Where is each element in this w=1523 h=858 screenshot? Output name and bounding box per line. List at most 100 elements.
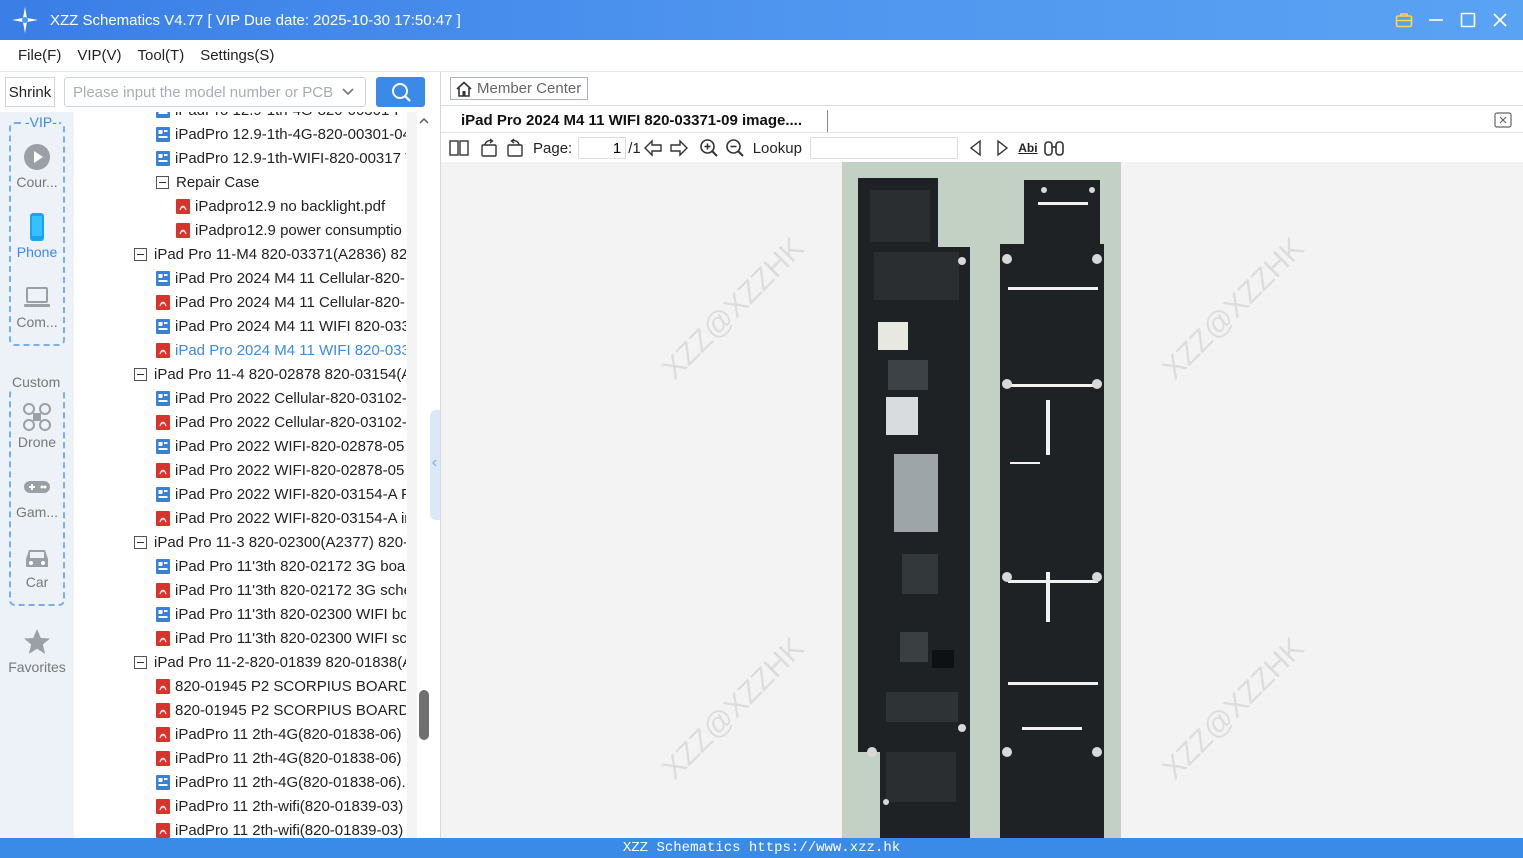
scroll-up-arrow-icon[interactable] bbox=[418, 116, 430, 126]
page-number-input[interactable] bbox=[578, 137, 627, 159]
tree-item[interactable]: iPadPro 12.9-1th-4G-820-00301-04 bbox=[156, 122, 406, 146]
category-games[interactable]: Gam... bbox=[0, 472, 74, 520]
zoom-out-icon[interactable] bbox=[723, 136, 747, 160]
tree-folder[interactable]: iPad Pro 11-2-820-01839 820-01838(A bbox=[134, 650, 406, 674]
tree-item-label: iPad Pro 11'3th 820-02172 3G boar bbox=[175, 557, 406, 575]
tree-item[interactable]: iPadPro 12.9-1th-4G-820-00301-I bbox=[156, 112, 398, 122]
menu-file[interactable]: File(F) bbox=[10, 47, 69, 64]
tree-item-label: iPad Pro 2022 WIFI-820-02878-05 I bbox=[175, 437, 406, 455]
tree-item[interactable]: iPad Pro 11'3th 820-02172 3G boar bbox=[156, 554, 406, 578]
shrink-button[interactable]: Shrink bbox=[5, 77, 55, 107]
tab-document[interactable]: iPad Pro 2024 M4 11 WIFI 820-03371-09 im… bbox=[461, 112, 802, 129]
lookup-label: Lookup bbox=[752, 139, 802, 157]
custom-legend: Custom bbox=[10, 374, 63, 390]
tree-item[interactable]: 820-01945 P2 SCORPIUS BOARD 1( bbox=[156, 674, 406, 698]
minimize-button[interactable] bbox=[1425, 9, 1447, 31]
tree-item-label: iPad Pro 11-M4 820-03371(A2836) 82 bbox=[154, 245, 406, 263]
find-previous-icon[interactable] bbox=[964, 136, 988, 160]
tree-item[interactable]: iPadPro 11 2th-4G(820-01838-06).p bbox=[156, 770, 406, 794]
tree-item[interactable]: iPad Pro 2022 Cellular-820-03102- bbox=[156, 410, 406, 434]
tree-item-label: iPad Pro 11'3th 820-02300 WIFI sch bbox=[175, 629, 406, 647]
tree-item[interactable]: iPadPro 11 2th-4G(820-01838-06) I bbox=[156, 722, 406, 746]
category-car[interactable]: Car bbox=[0, 542, 74, 590]
tree-item[interactable]: 820-01945 P2 SCORPIUS BOARD 1( bbox=[156, 698, 406, 722]
collapse-toggle-icon[interactable] bbox=[134, 367, 147, 381]
tree-item[interactable]: iPad Pro 2022 WIFI-820-02878-05 I bbox=[156, 434, 406, 458]
collapse-toggle-icon[interactable] bbox=[134, 247, 147, 261]
tree-item-label: iPadPro 11 2th-wifi(820-01839-03) I bbox=[175, 797, 406, 815]
board-file-icon bbox=[156, 126, 170, 142]
tree-item-label: Repair Case bbox=[176, 173, 260, 191]
watermark: XZZ@XZZHK bbox=[656, 231, 811, 386]
search-input[interactable] bbox=[64, 77, 366, 107]
tree-item[interactable]: iPad Pro 11'3th 820-02300 WIFI bo bbox=[156, 602, 406, 626]
document-viewer[interactable]: XZZ@XZZHK XZZ@XZZHK XZZ@XZZHK XZZ@XZZHK bbox=[441, 162, 1523, 838]
panel-splitter-handle[interactable] bbox=[430, 410, 440, 520]
maximize-button[interactable] bbox=[1457, 9, 1479, 31]
close-tab-icon[interactable] bbox=[1494, 112, 1512, 128]
category-courses[interactable]: Cour... bbox=[0, 142, 74, 190]
tree-item[interactable]: iPad Pro 2022 Cellular-820-03102- bbox=[156, 386, 406, 410]
tree-folder[interactable]: iPad Pro 11-M4 820-03371(A2836) 82 bbox=[134, 242, 406, 266]
pdf-file-icon bbox=[156, 294, 170, 310]
pdf-file-icon bbox=[156, 414, 170, 430]
tree-item[interactable]: iPad Pro 2024 M4 11 WIFI 820-033 bbox=[156, 314, 406, 338]
tree-folder[interactable]: iPad Pro 11-4 820-02878 820-03154(A bbox=[134, 362, 406, 386]
tree-scroll-thumb[interactable] bbox=[419, 690, 429, 740]
menu-tool[interactable]: Tool(T) bbox=[130, 47, 193, 64]
pdf-file-icon bbox=[156, 726, 170, 742]
search-button[interactable] bbox=[376, 77, 425, 107]
pcb-board-image bbox=[842, 162, 1121, 838]
category-drone[interactable]: Drone bbox=[0, 402, 74, 450]
close-button[interactable] bbox=[1489, 9, 1511, 31]
tree-item[interactable]: iPad Pro 2022 WIFI-820-02878-05 i bbox=[156, 458, 406, 482]
tree-item[interactable]: iPadPro 11 2th-4G(820-01838-06) S bbox=[156, 746, 406, 770]
tree-folder[interactable]: Repair Case bbox=[156, 170, 259, 194]
previous-page-arrow-icon[interactable] bbox=[641, 136, 665, 160]
collapse-toggle-icon[interactable] bbox=[156, 175, 169, 189]
page-total: /1 bbox=[628, 139, 641, 157]
briefcase-icon[interactable] bbox=[1393, 9, 1415, 31]
menu-vip[interactable]: VIP(V) bbox=[69, 47, 129, 64]
tree-item[interactable]: iPad Pro 11'3th 820-02300 WIFI sch bbox=[156, 626, 406, 650]
tree-item[interactable]: iPad Pro 11'3th 820-02172 3G sche bbox=[156, 578, 406, 602]
tree-item[interactable]: iPadPro 11 2th-wifi(820-01839-03) I bbox=[156, 794, 406, 818]
tree-item[interactable]: iPadpro12.9 power consumptio bbox=[176, 218, 402, 242]
find-next-icon[interactable] bbox=[990, 136, 1014, 160]
next-page-arrow-icon[interactable] bbox=[667, 136, 691, 160]
pdf-file-icon bbox=[156, 798, 170, 814]
lookup-input[interactable] bbox=[809, 137, 958, 159]
tree-folder[interactable]: iPad Pro 11-3 820-02300(A2377) 820- bbox=[134, 530, 406, 554]
watermark: XZZ@XZZHK bbox=[1156, 231, 1311, 386]
tree-item[interactable]: iPad Pro 2024 M4 11 Cellular-820- bbox=[156, 266, 405, 290]
category-computer[interactable]: Com... bbox=[0, 282, 74, 330]
zoom-in-icon[interactable] bbox=[697, 136, 721, 160]
collapse-toggle-icon[interactable] bbox=[134, 535, 147, 549]
rotate-left-icon[interactable] bbox=[477, 136, 501, 160]
tree-item[interactable]: iPad Pro 2024 M4 11 Cellular-820- bbox=[156, 290, 405, 314]
member-center-button[interactable]: Member Center bbox=[450, 77, 588, 100]
tree-item-label: iPad Pro 2022 Cellular-820-03102- bbox=[175, 389, 406, 407]
tree-item[interactable]: iPad Pro 2024 M4 11 WIFI 820-033 bbox=[156, 338, 406, 362]
pdf-file-icon bbox=[156, 822, 170, 838]
tree-item[interactable]: iPad Pro 2022 WIFI-820-03154-A P bbox=[156, 482, 406, 506]
category-phone[interactable]: Phone bbox=[0, 212, 74, 260]
chevron-down-icon[interactable] bbox=[340, 84, 356, 100]
tree-scrollbar[interactable] bbox=[407, 112, 417, 838]
two-page-view-icon[interactable] bbox=[447, 136, 471, 160]
board-file-icon bbox=[156, 112, 170, 118]
pdf-file-icon bbox=[156, 342, 170, 358]
match-case-icon[interactable]: Abi bbox=[1016, 136, 1040, 160]
tree-item-label: iPad Pro 11'3th 820-02300 WIFI bo bbox=[175, 605, 406, 623]
tree-item-label: iPadPro 11 2th-wifi(820-01839-03) bbox=[175, 821, 404, 839]
board-file-icon bbox=[156, 774, 170, 790]
tree-item[interactable]: iPadpro12.9 no backlight.pdf bbox=[176, 194, 385, 218]
binoculars-icon[interactable] bbox=[1042, 136, 1066, 160]
tree-item[interactable]: iPadPro 12.9-1th-WIFI-820-00317 V bbox=[156, 146, 406, 170]
category-favorites[interactable]: Favorites bbox=[0, 627, 74, 675]
menu-settings[interactable]: Settings(S) bbox=[192, 47, 282, 64]
collapse-toggle-icon[interactable] bbox=[134, 655, 147, 669]
tree-item[interactable]: iPadPro 11 2th-wifi(820-01839-03) bbox=[156, 818, 403, 838]
tree-item[interactable]: iPad Pro 2022 WIFI-820-03154-A ir bbox=[156, 506, 406, 530]
rotate-right-icon[interactable] bbox=[503, 136, 527, 160]
